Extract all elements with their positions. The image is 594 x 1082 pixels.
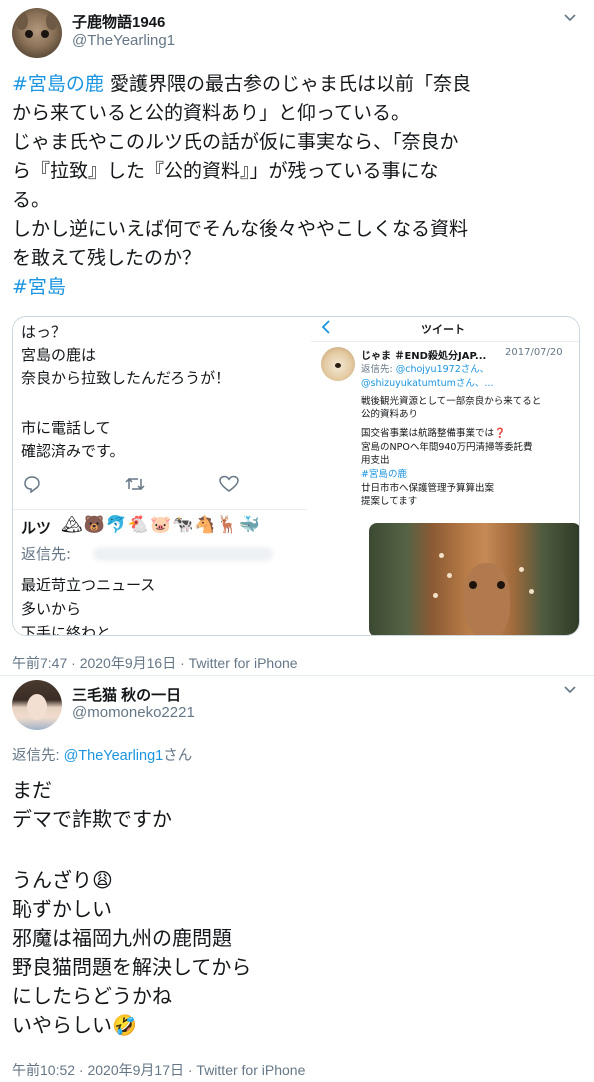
embed-text-line: 宮島の鹿は — [21, 346, 97, 364]
chevron-down-icon[interactable] — [562, 682, 578, 698]
avatar[interactable] — [12, 680, 62, 730]
hashtag-link: #宮島の鹿 — [361, 469, 407, 480]
deer-spot — [529, 589, 534, 594]
tweet-date: 2017/07/20 — [505, 347, 563, 358]
text-line: 恥ずかしい — [12, 897, 112, 921]
text-line: から来ていると公的資料あり」と仰っている。 — [12, 102, 411, 124]
embed-user-name: ルツ — [21, 519, 52, 537]
tweet-1: 子鹿物語1946 @TheYearling1 #宮島の鹿 愛護界隈の最古参のじゃ… — [0, 0, 594, 676]
action-icons — [19, 475, 299, 499]
embed-text-line: 用支出 — [361, 455, 390, 466]
text-line: じゃま氏やこのルツ氏の話が仮に事実なら、「奈良か — [12, 131, 459, 153]
text-line: しかし逆にいえば何でそんな後々ややこしくなる資料 — [12, 218, 469, 240]
embed-text-line: 奈良から拉致したんだろうが！ — [21, 369, 231, 387]
text-line: デマで詐欺ですか — [12, 807, 172, 831]
chevron-down-icon[interactable] — [562, 10, 578, 26]
hashtag-link[interactable]: #宮島 — [12, 276, 66, 298]
retweet-icon — [125, 475, 145, 498]
user-handle[interactable]: @momoneko2221 — [72, 704, 195, 721]
embed-text-line: 公的資料あり — [361, 409, 419, 420]
screenshot-left: はっ？ 宮島の鹿は 奈良から拉致したんだろうが！ 市に電話して 確認済みです。 … — [13, 317, 307, 636]
text-line: にしたらどうかね — [12, 984, 172, 1008]
embed-text-line: 提案してます — [361, 496, 418, 507]
embed-text-line: 下手に終わと — [21, 624, 112, 636]
text-line: 野良猫問題を解決してから — [12, 955, 252, 979]
text-line: る。 — [12, 189, 51, 211]
text-line: ら『拉致』した『公的資料』」が残っている事にな — [12, 160, 439, 182]
heart-icon — [219, 475, 239, 498]
text-line: まだ — [12, 778, 52, 802]
embed-text-line: 確認済みです。 — [21, 442, 125, 460]
embed-text-line: はっ？ — [21, 323, 67, 341]
embed-user-name: じゃま ＃END殺処分JAP... — [361, 351, 487, 362]
display-name[interactable]: 三毛猫 秋の一日 — [72, 684, 181, 705]
user-handle[interactable]: @TheYearling1 — [72, 32, 175, 49]
text-line: いやらしい🤣 — [12, 1013, 137, 1037]
reply-icon — [23, 475, 41, 498]
deer-eye — [41, 30, 49, 38]
deer-eye — [25, 30, 33, 38]
screen-title: ツイート — [421, 323, 465, 336]
embed-text-line: 宮島のNPOへ年間940万円清掃等委託費 — [361, 442, 533, 453]
text-line: うんざり😩 — [12, 868, 113, 892]
tweet-text: #宮島の鹿 愛護界隈の最古参のじゃま氏は以前「奈良 から来ていると公的資料あり」… — [12, 70, 582, 302]
reply-to-label: 返信先: @TheYearling1さん — [12, 748, 193, 764]
embed-text-line: 廿日市市へ保護管理予算算出案 — [361, 483, 495, 494]
hashtag-link[interactable]: #宮島の鹿 — [12, 73, 104, 95]
tweet-timestamp[interactable]: 午前7:47 · 2020年9月16日 · Twitter for iPhone — [12, 653, 298, 673]
embed-text-line: 国交省事業は航路整備事業では❓ — [361, 428, 506, 439]
attached-image[interactable]: はっ？ 宮島の鹿は 奈良から拉致したんだろうが！ 市に電話して 確認済みです。 … — [12, 316, 580, 636]
avatar — [321, 347, 355, 381]
deer-spot — [447, 573, 452, 578]
reply-to-link: @shizuyukatumtumさん、... — [361, 378, 494, 389]
text-line: 邪魔は福岡九州の鹿問題 — [12, 926, 232, 950]
reply-to-label: 返信先: — [21, 545, 72, 563]
screenshot-right: ツイート じゃま ＃END殺処分JAP... 2017/07/20 返信先: @… — [309, 317, 579, 635]
avatar[interactable] — [12, 8, 62, 58]
embed-text-line: 最近苛立つニュース — [21, 576, 156, 594]
divider — [311, 341, 579, 342]
embed-text-line: 多いから — [21, 600, 82, 618]
deer-face — [464, 563, 510, 635]
emoji-row: 🏔🐻🐬🐔🐷🐄🐴🦌🐳 — [61, 515, 261, 535]
embed-text-line: 戦後観光資源として一部奈良から来てると — [361, 396, 542, 407]
deer-spot — [433, 593, 438, 598]
text-line: を敢えて残したのか？ — [12, 247, 202, 269]
display-name[interactable]: 子鹿物語1946 — [72, 11, 165, 32]
deer-spot — [519, 567, 524, 572]
deer-eye — [469, 581, 477, 589]
divider — [13, 509, 307, 510]
deer-ear — [16, 12, 28, 30]
chevron-left-icon — [321, 319, 331, 340]
blurred-text — [93, 547, 273, 561]
deer-spot — [439, 553, 444, 558]
deer-eye — [497, 581, 505, 589]
embed-text-line: 市に電話して — [21, 419, 111, 437]
reply-to-link[interactable]: @TheYearling1 — [64, 748, 164, 764]
reply-to-label: 返信先: @chojyu1972さん、 — [361, 364, 490, 375]
avatar-face — [27, 694, 47, 720]
deer-ear — [46, 12, 58, 30]
dog-nose — [335, 363, 341, 368]
tweet-timestamp[interactable]: 午前10:52 · 2020年9月17日 · Twitter for iPhon… — [12, 1060, 305, 1080]
deer-photo — [369, 523, 579, 635]
text-line: 愛護界隈の最古参のじゃま氏は以前「奈良 — [103, 73, 471, 95]
tweet-2: 三毛猫 秋の一日 @momoneko2221 返信先: @TheYearling… — [0, 676, 594, 1082]
